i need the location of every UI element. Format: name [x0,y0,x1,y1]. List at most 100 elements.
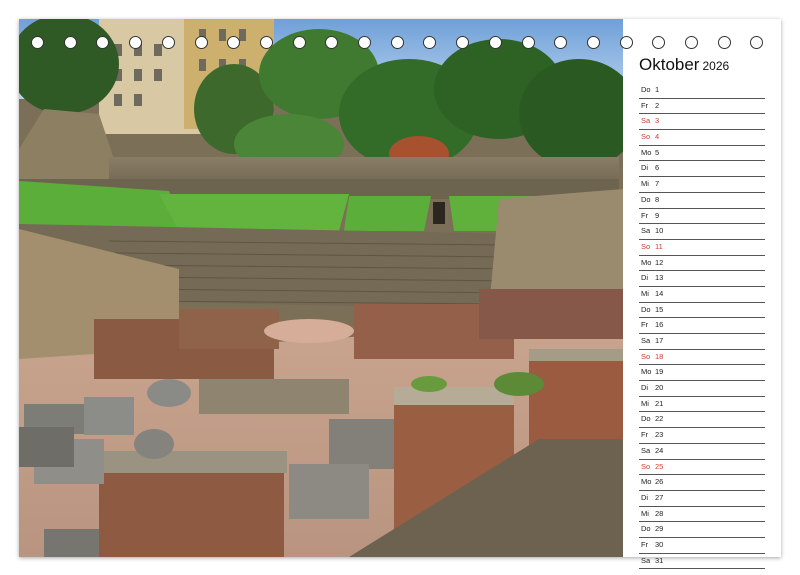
day-number: 30 [655,539,664,549]
weekday-label: Mo [641,367,652,377]
year-label: 2026 [702,59,730,73]
day-number: 2 [655,100,660,110]
binding-ring [96,36,110,49]
day-number: 31 [655,555,664,565]
weekday-label: Mo [641,477,652,487]
binding-ring [554,36,568,49]
binding-ring [194,36,208,49]
day-number: 26 [655,477,664,487]
weekday-label: Mo [641,147,652,157]
weekday-label: So [641,461,651,471]
day-row: Mo 5 [639,146,765,162]
weekday-label: Fr [641,430,649,440]
weekday-label: Sa [641,445,651,455]
binding-ring [325,36,339,49]
weekday-label: Fr [641,320,649,330]
weekday-label: Mi [641,179,649,189]
binding-ring [750,36,764,49]
day-number: 9 [655,210,660,220]
binding-ring [259,36,273,49]
calendar-header: Oktober 2026 [639,55,765,77]
day-row: Mo 19 [639,365,765,382]
day-number: 22 [655,414,664,424]
day-number: 17 [655,336,664,345]
day-row: Sa 24 [639,444,765,460]
day-number: 27 [655,492,664,502]
weekday-label: Di [641,273,649,283]
day-row: Do 29 [639,522,765,538]
day-number: 7 [655,179,660,189]
day-row: Di 13 [639,271,765,287]
day-row: Di 27 [639,491,765,507]
day-row: Mi 21 [639,397,765,413]
binding-ring [423,36,437,49]
day-number: 3 [655,116,660,126]
day-row: Do 8 [639,193,765,209]
day-number: 19 [655,367,664,377]
day-number: 5 [655,147,660,157]
weekday-label: Sa [641,555,651,565]
day-number: 12 [655,257,664,267]
weekday-label: Di [641,163,649,173]
day-row: Mo 26 [639,475,765,491]
binding-ring [717,36,731,49]
day-row: Sa 17 [639,334,765,350]
day-row: Mi 14 [639,287,765,303]
day-row: Di 20 [639,381,765,397]
day-row: Fr 16 [639,318,765,334]
day-number: 25 [655,461,664,471]
day-number: 10 [655,226,664,236]
weekday-label: Do [641,304,651,314]
weekday-label: Do [641,524,651,534]
weekday-label: Di [641,383,649,393]
weekday-label: Sa [641,336,651,345]
day-number: 4 [655,132,660,142]
day-number: 29 [655,524,664,534]
day-number: 24 [655,445,664,455]
binding-ring [63,36,77,49]
weekday-label: So [641,351,651,361]
weekday-label: Mo [641,257,652,267]
binding-ring [619,36,633,49]
weekday-label: Sa [641,226,651,236]
day-row: Fr 9 [639,209,765,225]
day-row: So 11 [639,240,765,256]
day-row: Do 1 [639,83,765,99]
weekday-label: Sa [641,116,651,126]
binding-ring [31,36,44,49]
binding-ring [488,36,502,49]
binding-ring [227,36,241,49]
weekday-label: So [641,241,651,251]
day-number: 21 [655,398,664,408]
day-row: Sa 31 [639,554,765,570]
weekday-label: Do [641,194,651,204]
day-row: Do 22 [639,412,765,429]
day-number: 15 [655,304,664,314]
calendar-panel: Oktober 2026 Do 1 Fr 2 Sa 3 So 4 Mo 5 Di 6 Mi 7 Do 8 Fr 9 S… [639,55,765,570]
day-row: Mi 28 [639,507,765,523]
weekday-label: So [641,132,651,142]
day-number: 6 [655,163,660,173]
binding-ring [292,36,306,49]
day-number: 14 [655,288,664,298]
day-number: 18 [655,351,664,361]
day-number: 23 [655,430,664,440]
weekday-label: Fr [641,100,649,110]
day-number: 13 [655,273,664,283]
binding-ring [358,36,371,49]
day-number: 16 [655,320,664,330]
weekday-label: Mi [641,398,649,408]
day-row: So 25 [639,460,765,476]
month-title: Oktober [639,55,700,74]
weekday-label: Mi [641,288,649,298]
day-row: Di 6 [639,161,765,178]
weekday-label: Do [641,85,651,94]
day-number: 20 [655,383,664,393]
day-row: Sa 3 [639,114,765,131]
day-row: Mo 12 [639,256,765,272]
roman-theatre-photo [19,19,623,557]
day-list: Do 1 Fr 2 Sa 3 So 4 Mo 5 Di 6 Mi 7 Do 8 Fr 9 Sa 10 So 11 Mo 12 D… [639,83,765,570]
calendar-page: Oktober 2026 Do 1 Fr 2 Sa 3 So 4 Mo 5 Di 6 Mi 7 Do 8 Fr 9 S… [19,19,781,570]
day-row: Mi 7 [639,177,765,193]
day-number: 1 [655,85,660,94]
